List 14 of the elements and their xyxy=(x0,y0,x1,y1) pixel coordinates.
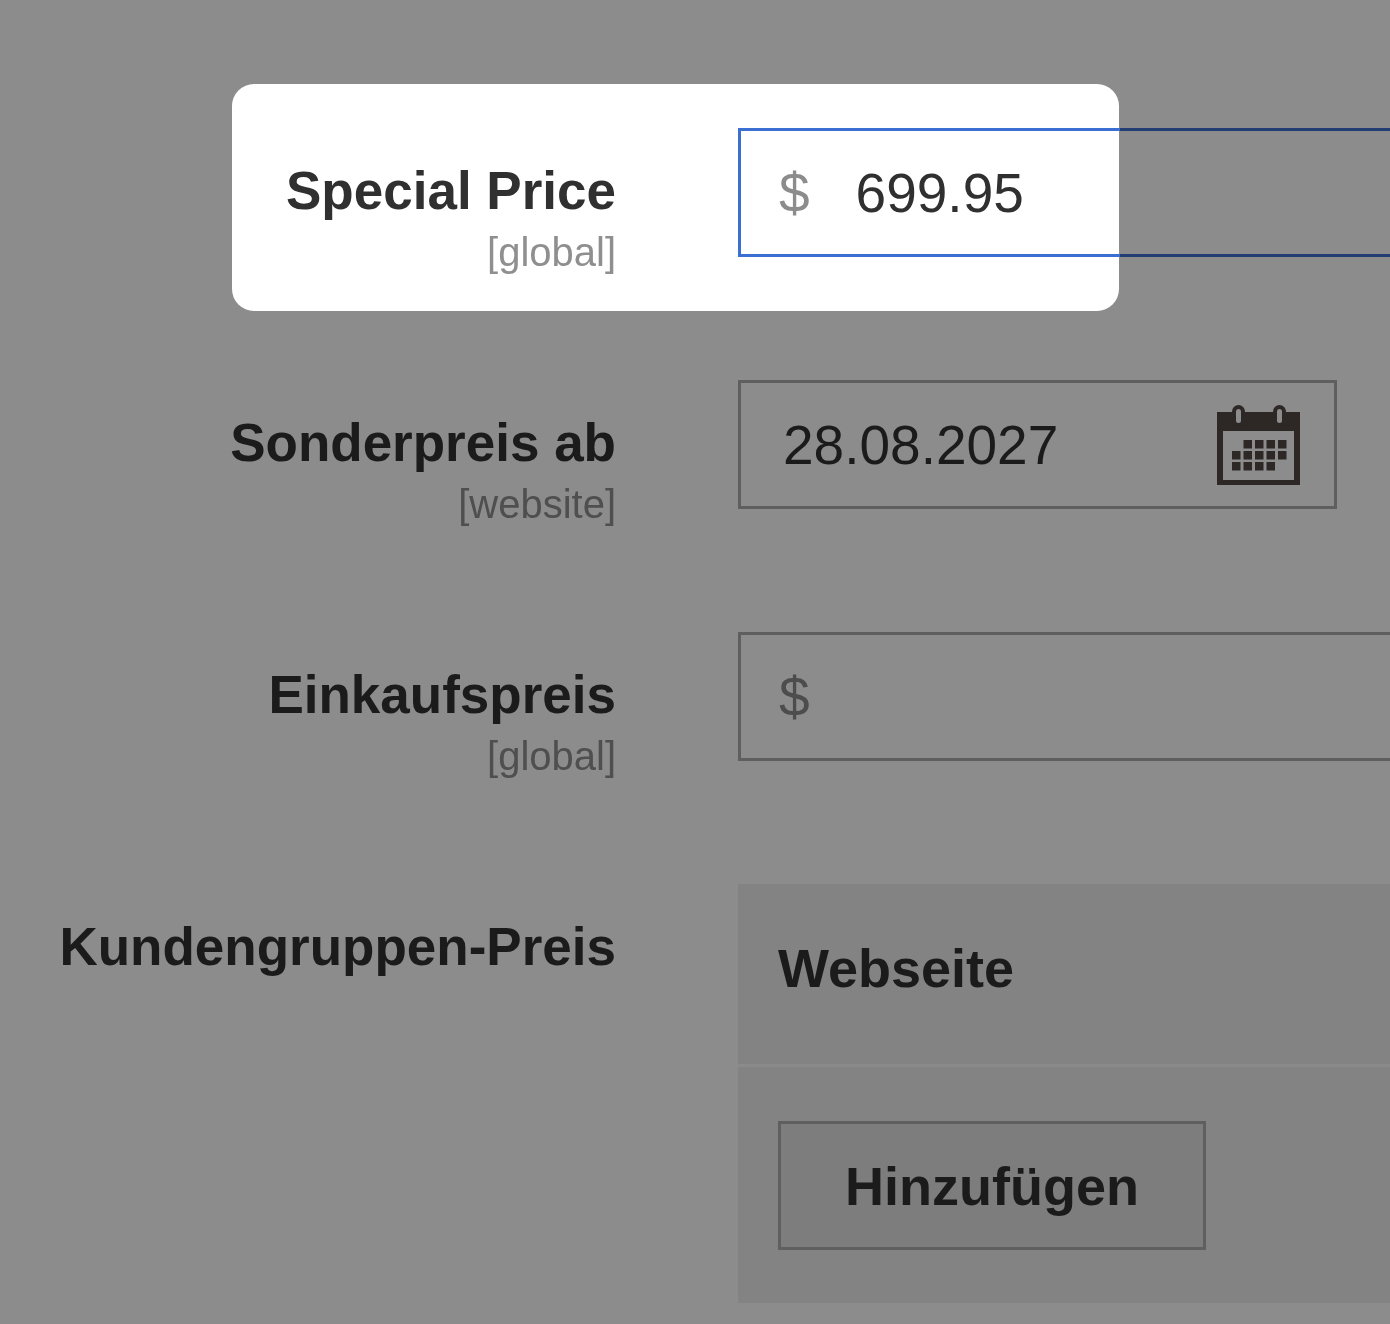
field-label: Einkaufspreis xyxy=(268,665,616,725)
add-button[interactable]: Hinzufügen xyxy=(778,1121,1206,1250)
currency-symbol: $ xyxy=(779,664,810,729)
column-header: Webseite xyxy=(778,937,1015,999)
scope-label: [global] xyxy=(487,229,616,275)
scope-label: [website] xyxy=(458,481,616,527)
price-input[interactable]: $ 699.95 xyxy=(738,128,1390,257)
field-label: Sonderpreis ab xyxy=(230,413,616,473)
field-label: Special Price xyxy=(286,161,616,221)
calendar-icon[interactable] xyxy=(1217,404,1300,485)
currency-symbol: $ xyxy=(779,160,810,225)
field-label: Kundengruppen-Preis xyxy=(59,917,616,977)
scope-label: [global] xyxy=(487,733,616,779)
date-input[interactable]: 28.08.2027 xyxy=(738,380,1337,509)
